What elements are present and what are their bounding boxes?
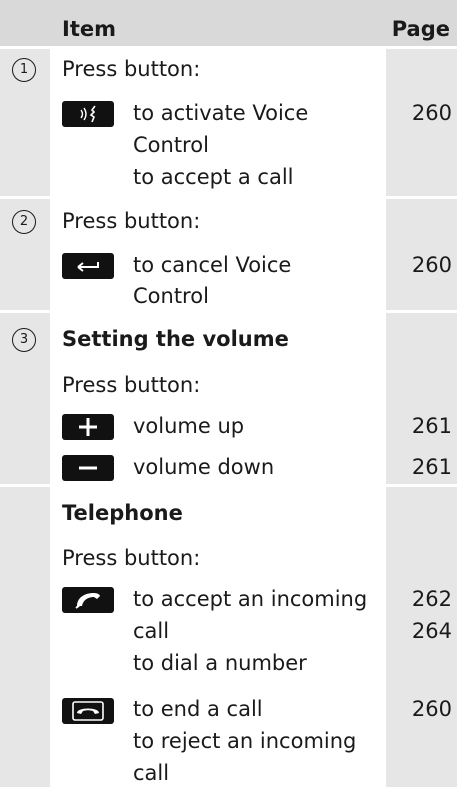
row-intro: Press button:: [62, 373, 201, 397]
section-title: Telephone: [62, 501, 183, 525]
row-text-line: to activate Voice: [133, 101, 309, 125]
row-text-line: to dial a number: [133, 651, 307, 675]
row-intro: Press button:: [62, 57, 201, 81]
row-separator: [0, 196, 457, 199]
phone-accept-icon: [62, 587, 114, 613]
phone-end-icon: [62, 698, 114, 724]
row-separator: [0, 484, 457, 487]
row-text-line: volume down: [133, 455, 275, 479]
minus-icon: [62, 455, 114, 481]
row-text-line: to cancel Voice: [133, 253, 292, 277]
row-text-line: to accept an incoming: [133, 587, 368, 611]
page-number: 260: [411, 697, 452, 721]
row-text-line: to accept a call: [133, 165, 294, 189]
header-item: Item: [62, 17, 116, 41]
page-number: 260: [411, 253, 452, 277]
back-arrow-icon: [62, 253, 114, 279]
page-number: 264: [411, 619, 452, 643]
row-text-line: to reject an incoming: [133, 729, 357, 753]
page-number: 262: [411, 587, 452, 611]
row-separator: [0, 310, 457, 313]
row-text-line: call: [133, 761, 170, 785]
row-text-line: Control: [133, 133, 209, 157]
row-intro: Press button:: [62, 546, 201, 570]
voice-control-icon: [62, 101, 114, 127]
page-number: 260: [411, 101, 452, 125]
circled-number-2: 2: [12, 210, 36, 234]
page-number: 261: [411, 455, 452, 479]
header-page: Page: [391, 17, 450, 41]
row-text-line: call: [133, 619, 170, 643]
row-intro: Press button:: [62, 209, 201, 233]
number-column-bg: [0, 0, 50, 787]
plus-icon: [62, 414, 114, 440]
row-text-line: Control: [133, 284, 209, 308]
circled-number-1: 1: [12, 58, 36, 82]
row-text-line: to end a call: [133, 697, 263, 721]
row-separator: [0, 46, 457, 49]
section-title: Setting the volume: [62, 327, 289, 351]
row-text-line: volume up: [133, 414, 245, 438]
circled-number-3: 3: [12, 328, 36, 352]
page-number: 261: [411, 414, 452, 438]
